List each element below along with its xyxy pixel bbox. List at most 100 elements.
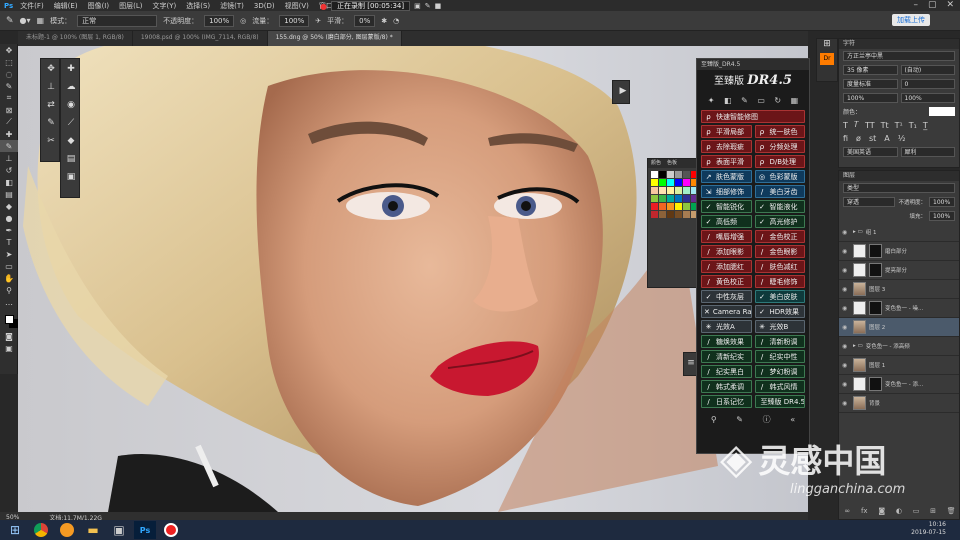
tab-19008[interactable]: 19008.psd @ 100% (IMG_7114, RGB/8) xyxy=(133,31,268,46)
caps-icon[interactable]: TT xyxy=(865,121,875,130)
folder-icon[interactable]: ▭ xyxy=(913,507,920,519)
dr-button-1[interactable]: ρ 平滑局部 xyxy=(701,125,752,138)
healing-icon[interactable]: ✚ xyxy=(63,61,79,77)
eyedropper-icon[interactable]: ⟋ xyxy=(63,115,79,131)
mask-icon[interactable]: ◙ xyxy=(878,507,885,519)
screen-mode-icon[interactable]: ▣ xyxy=(0,342,18,354)
scissors-icon[interactable]: ✂ xyxy=(43,133,59,149)
swatch-14[interactable] xyxy=(667,187,674,194)
panel-toggle-2[interactable]: ≡ xyxy=(683,352,697,376)
mode-select[interactable]: 正常 xyxy=(77,14,158,27)
new-layer-icon[interactable]: ⊞ xyxy=(930,507,936,519)
layers-icon[interactable]: ▦ xyxy=(791,96,799,105)
path-select-tool-icon[interactable]: ➤ xyxy=(0,248,18,260)
opacity-field[interactable]: 100% xyxy=(204,14,235,27)
blend-mode-select[interactable]: 穿透 xyxy=(843,197,896,207)
swatch-31[interactable] xyxy=(659,211,666,218)
swatch-30[interactable] xyxy=(651,211,658,218)
play-icon[interactable]: ▶ xyxy=(615,83,631,99)
brush-icon[interactable]: ✎ xyxy=(43,115,59,131)
swatch-8[interactable] xyxy=(667,179,674,186)
font-family-field[interactable]: 方正兰亭中黑 xyxy=(843,51,955,61)
eraser-tool-icon[interactable]: ◧ xyxy=(0,176,18,188)
swatch-21[interactable] xyxy=(675,195,682,202)
smooth-field[interactable]: 0% xyxy=(354,14,376,27)
photoshop-taskbar-icon[interactable]: Ps xyxy=(134,521,156,539)
swash-icon[interactable]: st xyxy=(869,134,876,143)
italic-icon[interactable]: 𝑇 xyxy=(854,120,859,130)
super-icon[interactable]: T¹ xyxy=(895,121,903,130)
swatch-13[interactable] xyxy=(659,187,666,194)
text-color-swatch[interactable] xyxy=(929,107,955,116)
swatch-27[interactable] xyxy=(675,203,682,210)
close-icon[interactable]: ✕ xyxy=(946,0,954,10)
sub-icon[interactable]: T₁ xyxy=(909,121,917,130)
dr-button-31[interactable]: / 清新纪实 xyxy=(701,350,752,363)
more-tools-icon[interactable]: … xyxy=(0,296,18,308)
folder-icon[interactable]: ▸ ▭ xyxy=(853,343,863,349)
eye-icon[interactable]: ◉ xyxy=(842,305,850,312)
layer-mask-thumbnail[interactable] xyxy=(869,263,882,277)
menu-item-4[interactable]: 文字(Y) xyxy=(147,1,181,11)
layer-filter-select[interactable]: 类型 xyxy=(843,183,955,193)
menu-item-5[interactable]: 选择(S) xyxy=(181,1,215,11)
frame-tool-icon[interactable]: ⊠ xyxy=(0,104,18,116)
pen-icon[interactable]: ✎ xyxy=(425,2,431,10)
history-icon[interactable]: ⊞ xyxy=(817,39,837,49)
dodge-icon[interactable]: ☁ xyxy=(63,79,79,95)
dr-button-5[interactable]: ρ 表面平滑 xyxy=(701,155,752,168)
chrome-icon[interactable] xyxy=(30,521,52,539)
dr-button-8[interactable]: ◎ 色彩蒙版 xyxy=(754,170,805,183)
system-clock[interactable]: 10:16 2019-07-15 xyxy=(911,521,946,537)
arrow-icon[interactable]: ⇄ xyxy=(43,97,59,113)
layer-row[interactable]: ◉ 磨白部分 xyxy=(839,242,959,261)
dr-button-36[interactable]: / 韩式风情 xyxy=(754,380,805,393)
pen-icon[interactable]: ✎ xyxy=(736,415,743,424)
pressure-icon[interactable]: ◎ xyxy=(240,17,246,25)
dr-button-2[interactable]: ρ 统一肤色 xyxy=(754,125,805,138)
dr-button-27[interactable]: ✳ 光效A xyxy=(701,320,752,333)
fx-icon[interactable]: fx xyxy=(861,507,868,519)
record-dot-icon[interactable]: ● xyxy=(320,2,327,11)
brush-icon[interactable]: ✎ xyxy=(741,96,748,105)
maximize-icon[interactable]: ▢ xyxy=(928,0,937,10)
move-tool-icon[interactable]: ✥ xyxy=(0,44,18,56)
ps-logo-icon[interactable]: Ps xyxy=(4,2,13,10)
swatch-4[interactable] xyxy=(683,171,690,178)
dr-button-22[interactable]: / 睫毛修饰 xyxy=(754,275,805,288)
brush-panel-icon[interactable]: ▦ xyxy=(37,16,45,25)
wand-icon[interactable]: ✦ xyxy=(708,96,715,105)
dr-button-17[interactable]: / 添加眼影 xyxy=(701,245,752,258)
layer-row[interactable]: ◉ 图层 2 xyxy=(839,318,959,337)
fill-field[interactable]: 100% xyxy=(929,211,955,221)
bold-icon[interactable]: T xyxy=(843,121,848,130)
layer-row[interactable]: ◉ 图层 3 xyxy=(839,280,959,299)
flow-field[interactable]: 100% xyxy=(279,14,310,27)
eye-icon[interactable]: ◉ xyxy=(842,324,850,331)
dr-button-19[interactable]: / 添加腮红 xyxy=(701,260,752,273)
language-select[interactable]: 美国英语 xyxy=(843,147,898,157)
stop-icon[interactable]: ■ xyxy=(435,2,442,10)
dr-button-0[interactable]: ρ 快速智能修图 xyxy=(701,110,805,123)
browser-icon[interactable] xyxy=(56,521,78,539)
layer-mask-thumbnail[interactable] xyxy=(869,377,882,391)
healing-tool-icon[interactable]: ✚ xyxy=(0,128,18,140)
dr-button-16[interactable]: / 金色校正 xyxy=(754,230,805,243)
eye-icon[interactable]: ◉ xyxy=(842,229,850,236)
dr-button-23[interactable]: ✓ 中性灰层 xyxy=(701,290,752,303)
dr-button-14[interactable]: ✓ 高光修护 xyxy=(754,215,805,228)
eye-icon[interactable]: ◉ xyxy=(842,343,850,350)
shape-tool-icon[interactable]: ▭ xyxy=(0,260,18,272)
dr-button-33[interactable]: / 纪实黑白 xyxy=(701,365,752,378)
airbrush-icon[interactable]: ✈ xyxy=(315,17,321,25)
layer-row[interactable]: ◉ 图层 1 xyxy=(839,356,959,375)
gradient-tool-icon[interactable]: ▤ xyxy=(0,188,18,200)
swatch-1[interactable] xyxy=(659,171,666,178)
swatch-10[interactable] xyxy=(683,179,690,186)
dr-button-32[interactable]: / 纪实中性 xyxy=(754,350,805,363)
history-brush-tool-icon[interactable]: ↺ xyxy=(0,164,18,176)
menu-item-0[interactable]: 文件(F) xyxy=(15,1,49,11)
vertical-scale-field[interactable]: 100% xyxy=(843,93,898,103)
layer-opacity-field[interactable]: 100% xyxy=(929,197,955,207)
ord-icon[interactable]: ø xyxy=(856,134,861,143)
